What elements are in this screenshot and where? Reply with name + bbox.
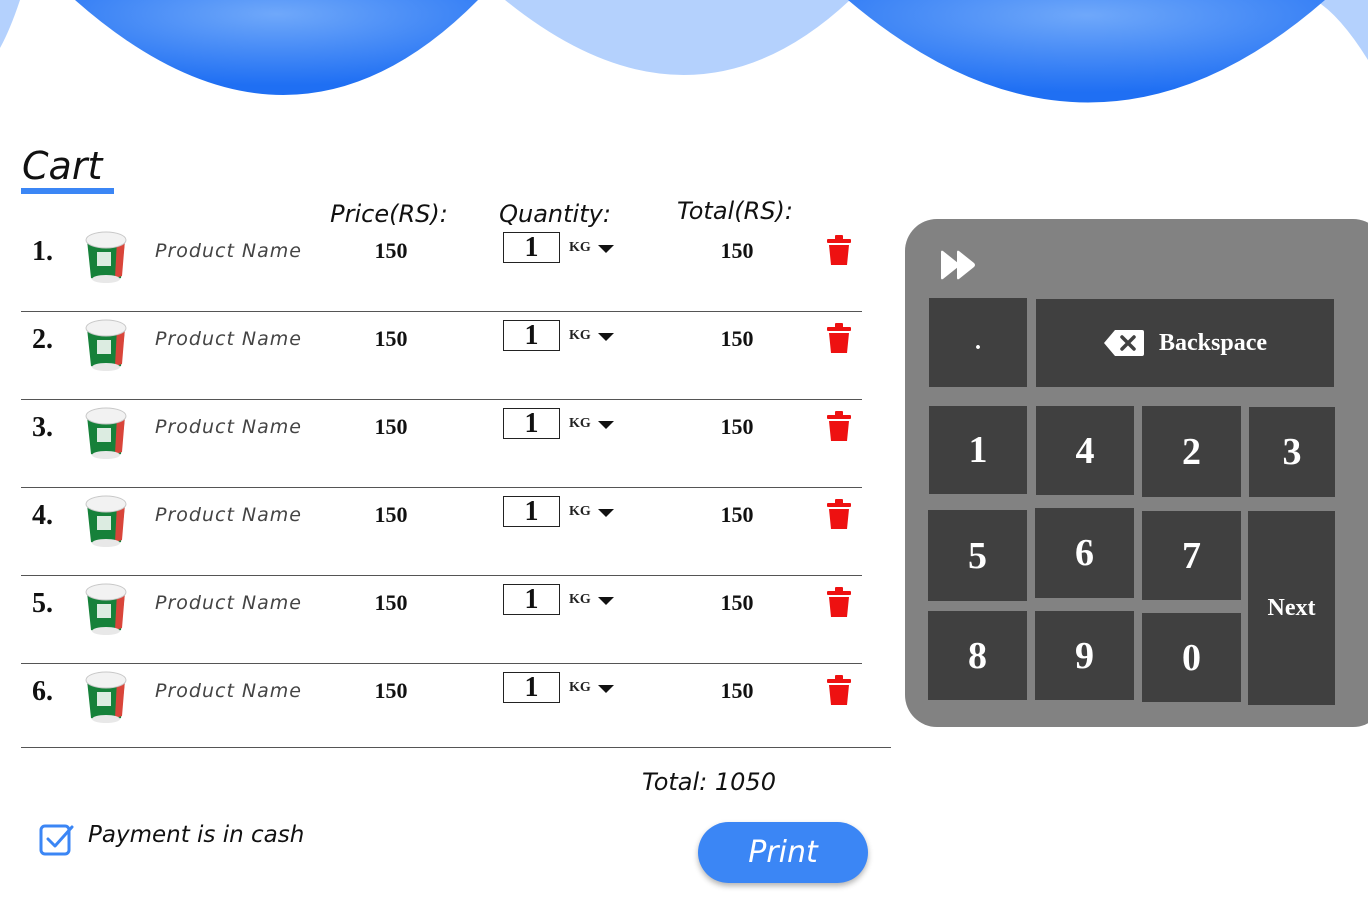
key-9[interactable]: 9 — [1035, 611, 1134, 700]
total-value: 150 — [720, 326, 754, 351]
price-value: 150 — [374, 590, 408, 615]
backspace-button[interactable]: Backspace — [1036, 299, 1334, 387]
fast-forward-icon[interactable] — [939, 250, 977, 280]
key-8[interactable]: 8 — [928, 611, 1027, 700]
row-index: 3. — [32, 412, 53, 443]
product-thumbnail — [85, 671, 127, 723]
quantity-input[interactable]: 1 — [503, 320, 560, 351]
trash-icon[interactable] — [827, 675, 851, 705]
key-5-label: 5 — [968, 534, 987, 577]
row-index: 1. — [32, 236, 53, 267]
key-4[interactable]: 4 — [1036, 406, 1134, 495]
key-9-label: 9 — [1075, 634, 1094, 677]
product-name: Product Name — [155, 328, 302, 350]
key-6[interactable]: 6 — [1035, 508, 1134, 598]
product-thumbnail — [85, 495, 127, 547]
checkbox-checked-icon[interactable] — [38, 821, 74, 857]
trash-icon[interactable] — [827, 235, 851, 265]
row-index: 4. — [32, 500, 53, 531]
quantity-input[interactable]: 1 — [503, 496, 560, 527]
product-name: Product Name — [155, 680, 302, 702]
trash-icon[interactable] — [827, 587, 851, 617]
grand-total: Total: 1050 — [642, 768, 776, 796]
quantity-input[interactable]: 1 — [503, 584, 560, 615]
print-button[interactable]: Print — [698, 822, 868, 883]
chevron-down-icon[interactable] — [598, 509, 614, 517]
key-1-label: 1 — [968, 429, 988, 471]
key-4-label: 4 — [1075, 429, 1095, 472]
key-7-label: 7 — [1182, 534, 1201, 577]
key-3[interactable]: 3 — [1249, 407, 1335, 497]
product-thumbnail — [85, 319, 127, 371]
cart-title: Cart — [22, 144, 103, 188]
unit-select[interactable]: KG — [569, 240, 591, 256]
next-label: Next — [1267, 594, 1316, 621]
cart-row: 6. Product Name 150 1 KG 150 — [21, 664, 862, 752]
key-0-label: 0 — [1182, 636, 1201, 679]
product-thumbnail — [85, 231, 127, 283]
chevron-down-icon[interactable] — [598, 245, 614, 253]
product-name: Product Name — [155, 592, 302, 614]
cart-row: 3. Product Name 150 1 KG 150 — [21, 400, 862, 488]
key-2[interactable]: 2 — [1142, 406, 1241, 497]
product-name: Product Name — [155, 504, 302, 526]
key-2-label: 2 — [1182, 430, 1201, 473]
backspace-icon — [1104, 330, 1144, 356]
price-value: 150 — [374, 414, 408, 439]
backspace-label: Backspace — [1159, 329, 1267, 356]
next-button[interactable]: Next — [1248, 511, 1335, 705]
key-dot[interactable]: . — [929, 298, 1027, 387]
unit-select[interactable]: KG — [569, 416, 591, 432]
key-3-label: 3 — [1282, 431, 1302, 473]
key-dot-label: . — [975, 329, 981, 355]
total-value: 150 — [720, 678, 754, 703]
cart-row: 1. Product Name 150 1 KG 150 — [21, 224, 862, 312]
product-thumbnail — [85, 407, 127, 459]
key-5[interactable]: 5 — [928, 510, 1027, 601]
price-value: 150 — [374, 326, 408, 351]
key-6-label: 6 — [1075, 532, 1094, 574]
chevron-down-icon[interactable] — [598, 685, 614, 693]
trash-icon[interactable] — [827, 323, 851, 353]
total-value: 150 — [720, 502, 754, 527]
total-column-header: Total(RS): — [677, 197, 793, 225]
total-value: 150 — [720, 414, 754, 439]
trash-icon[interactable] — [827, 499, 851, 529]
row-index: 6. — [32, 676, 53, 707]
cart-row: 2. Product Name 150 1 KG 150 — [21, 312, 862, 400]
chevron-down-icon[interactable] — [598, 597, 614, 605]
title-underline — [21, 188, 114, 194]
row-index: 5. — [32, 588, 53, 619]
table-bottom-divider — [21, 747, 891, 748]
chevron-down-icon[interactable] — [598, 421, 614, 429]
header-waves — [0, 0, 1368, 103]
unit-select[interactable]: KG — [569, 680, 591, 696]
unit-select[interactable]: KG — [569, 592, 591, 608]
chevron-down-icon[interactable] — [598, 333, 614, 341]
cart-row: 5. Product Name 150 1 KG 150 — [21, 576, 862, 664]
key-7[interactable]: 7 — [1142, 511, 1241, 600]
total-value: 150 — [720, 238, 754, 263]
product-name: Product Name — [155, 416, 302, 438]
cart-row: 4. Product Name 150 1 KG 150 — [21, 488, 862, 576]
product-name: Product Name — [155, 240, 302, 262]
quantity-input[interactable]: 1 — [503, 232, 560, 263]
payment-cash-label: Payment is in cash — [88, 822, 305, 848]
product-thumbnail — [85, 583, 127, 635]
price-value: 150 — [374, 678, 408, 703]
row-index: 2. — [32, 324, 53, 355]
price-value: 150 — [374, 238, 408, 263]
unit-select[interactable]: KG — [569, 328, 591, 344]
quantity-input[interactable]: 1 — [503, 408, 560, 439]
key-0[interactable]: 0 — [1142, 613, 1241, 702]
key-1[interactable]: 1 — [929, 406, 1027, 494]
unit-select[interactable]: KG — [569, 504, 591, 520]
total-value: 150 — [720, 590, 754, 615]
key-8-label: 8 — [968, 634, 987, 677]
trash-icon[interactable] — [827, 411, 851, 441]
price-value: 150 — [374, 502, 408, 527]
quantity-input[interactable]: 1 — [503, 672, 560, 703]
